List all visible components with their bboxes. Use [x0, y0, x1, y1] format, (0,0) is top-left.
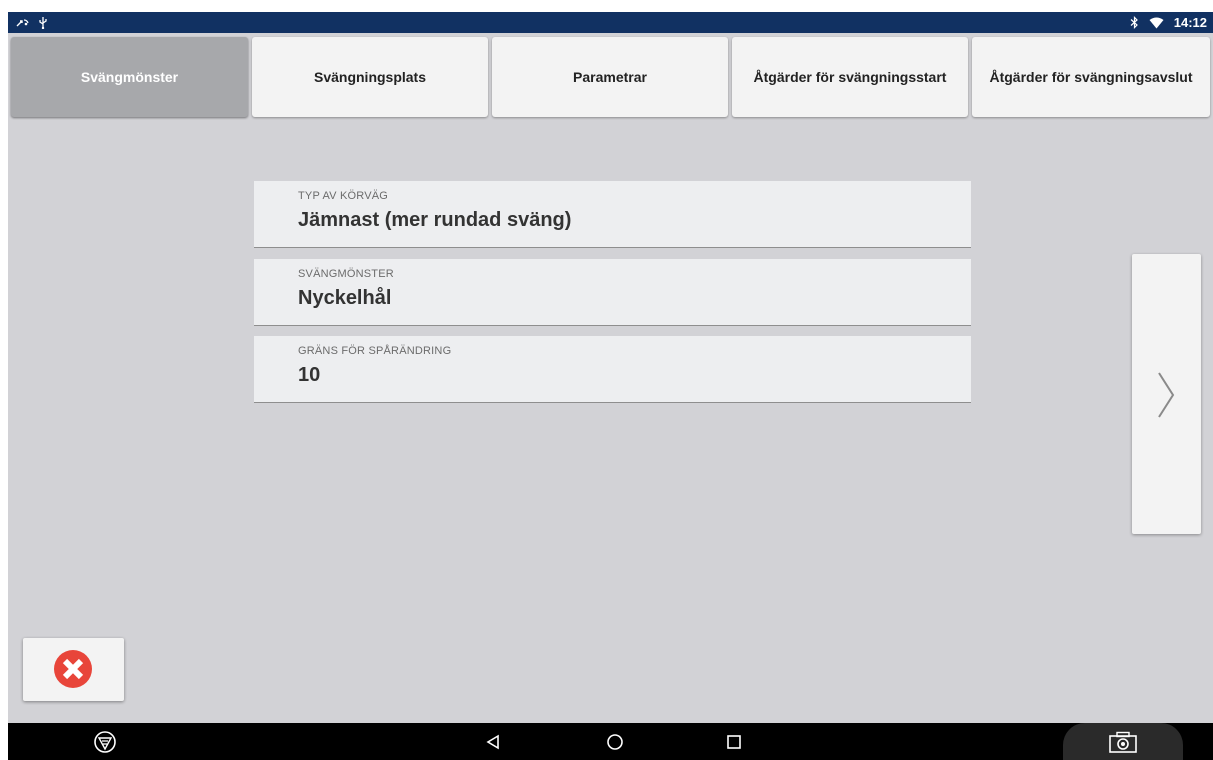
- setting-label: GRÄNS FÖR SPÅRÄNDRING: [298, 345, 452, 357]
- tab-atgarder-svangningsavslut[interactable]: Åtgärder för svängningsavslut: [972, 37, 1210, 117]
- bluetooth-icon: [1130, 16, 1139, 29]
- close-circle-icon: [54, 650, 92, 688]
- setting-row-turn-pattern[interactable]: SVÄNGMÖNSTER Nyckelhål: [254, 259, 971, 326]
- home-icon[interactable]: [600, 723, 630, 760]
- next-page-button[interactable]: [1132, 254, 1201, 534]
- setting-row-track-change-limit[interactable]: GRÄNS FÖR SPÅRÄNDRING 10: [254, 336, 971, 403]
- recents-icon[interactable]: [719, 723, 749, 760]
- setting-value: Jämnast (mer rundad sväng): [298, 209, 572, 231]
- back-icon[interactable]: [478, 723, 508, 760]
- setting-label: SVÄNGMÖNSTER: [298, 268, 394, 280]
- tab-svangningsplats[interactable]: Svängningsplats: [252, 37, 488, 117]
- wifi-icon: [1149, 17, 1164, 29]
- tab-svangmonster[interactable]: Svängmönster: [11, 37, 248, 117]
- camera-icon: [1109, 731, 1137, 753]
- status-time: 14:12: [1173, 15, 1207, 30]
- tab-parametrar[interactable]: Parametrar: [492, 37, 728, 117]
- gps-antenna-icon: [16, 17, 30, 29]
- navigation-bar: [8, 723, 1213, 760]
- status-bar: 14:12: [8, 12, 1213, 33]
- tab-bar: Svängmönster Svängningsplats Parametrar …: [8, 37, 1213, 119]
- tab-atgarder-svangningsstart[interactable]: Åtgärder för svängningsstart: [732, 37, 968, 117]
- chevron-right-icon: [1158, 372, 1175, 418]
- setting-value: 10: [298, 364, 321, 386]
- usb-icon: [38, 16, 48, 29]
- setting-row-path-type[interactable]: TYP AV KÖRVÄG Jämnast (mer rundad sväng): [254, 181, 971, 248]
- vehicle-logo-icon[interactable]: [88, 723, 122, 760]
- app-screen: 14:12 Svängmönster Svängningsplats Param…: [8, 12, 1213, 760]
- setting-value: Nyckelhål: [298, 287, 392, 309]
- close-button[interactable]: [23, 638, 124, 701]
- screenshot-button[interactable]: [1063, 723, 1183, 760]
- setting-label: TYP AV KÖRVÄG: [298, 190, 389, 202]
